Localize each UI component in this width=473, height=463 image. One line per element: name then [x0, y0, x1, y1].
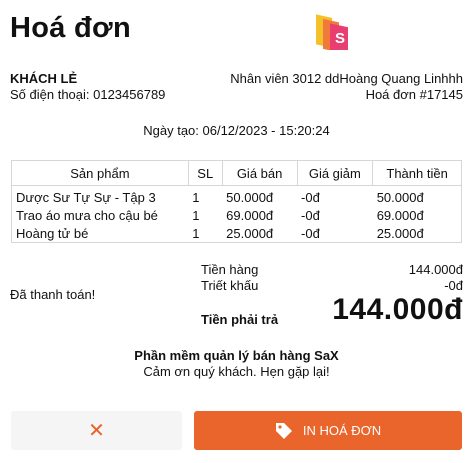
thank-you-message: Cảm ơn quý khách. Hẹn gặp lại! — [143, 364, 330, 379]
close-button[interactable]: ✕ — [11, 411, 182, 450]
column-header-qty: SL — [187, 160, 223, 186]
invoice-number: Hoá đơn #17145 — [365, 87, 463, 102]
items-table: Sản phẩm SL Giá bán Giá giảm Thành tiền … — [11, 160, 462, 243]
tag-icon — [275, 422, 292, 439]
staff-name: Nhân viên 3012 ddHoàng Quang Linhhh — [230, 71, 463, 86]
cell-discount: -0đ — [301, 225, 320, 241]
software-brand: Phần mềm quản lý bán hàng SaX — [134, 348, 339, 363]
store-logo: S — [316, 14, 348, 50]
cell-qty: 1 — [192, 207, 200, 223]
print-button-label: IN HOÁ ĐƠN — [302, 423, 382, 438]
page-title: Hoá đơn — [10, 12, 131, 44]
cell-product: Dược Sư Tự Sự - Tập 3 — [16, 189, 156, 205]
column-header-discount: Giá giảm — [296, 160, 374, 186]
cell-total: 69.000đ — [376, 207, 424, 223]
discount-value: -0đ — [444, 278, 463, 293]
column-header-price: Giá bán — [221, 160, 298, 186]
cell-discount: -0đ — [301, 207, 320, 223]
created-date: Ngày tạo: 06/12/2023 - 15:20:24 — [143, 123, 330, 138]
payment-status: Đã thanh toán! — [10, 287, 96, 302]
cell-total: 25.000đ — [376, 225, 424, 241]
column-header-total: Thành tiền — [372, 160, 462, 186]
cell-price: 50.000đ — [226, 189, 274, 205]
table-row: Dược Sư Tự Sự - Tập 3 1 50.000đ -0đ 50.0… — [12, 186, 462, 207]
cell-product: Hoàng tử bé — [16, 225, 89, 241]
discount-label: Triết khấu — [201, 278, 259, 293]
cell-product: Trao áo mưa cho cậu bé — [16, 207, 158, 223]
cell-discount: -0đ — [301, 189, 320, 205]
cell-price: 25.000đ — [226, 225, 274, 241]
subtotal-label: Tiền hàng — [201, 262, 259, 277]
subtotal-value: 144.000đ — [408, 262, 463, 277]
table-row: Trao áo mưa cho cậu bé 1 69.000đ -0đ 69.… — [12, 206, 462, 224]
cell-total: 50.000đ — [376, 189, 424, 205]
print-invoice-button[interactable]: IN HOÁ ĐƠN — [194, 411, 462, 450]
cell-qty: 1 — [192, 225, 200, 241]
table-header-row: Sản phẩm SL Giá bán Giá giảm Thành tiền — [11, 160, 462, 186]
customer-phone: Số điện thoại: 0123456789 — [10, 87, 166, 102]
column-header-product: Sản phẩm — [11, 160, 189, 186]
svg-text:S: S — [335, 30, 345, 47]
total-label: Tiền phải trả — [201, 312, 279, 327]
table-row: Hoàng tử bé 1 25.000đ -0đ 25.000đ — [12, 224, 462, 243]
total-value: 144.000đ — [332, 293, 463, 326]
customer-name: KHÁCH LẺ — [10, 71, 78, 86]
close-icon: ✕ — [88, 419, 105, 442]
cell-qty: 1 — [192, 189, 200, 205]
cell-price: 69.000đ — [226, 207, 274, 223]
